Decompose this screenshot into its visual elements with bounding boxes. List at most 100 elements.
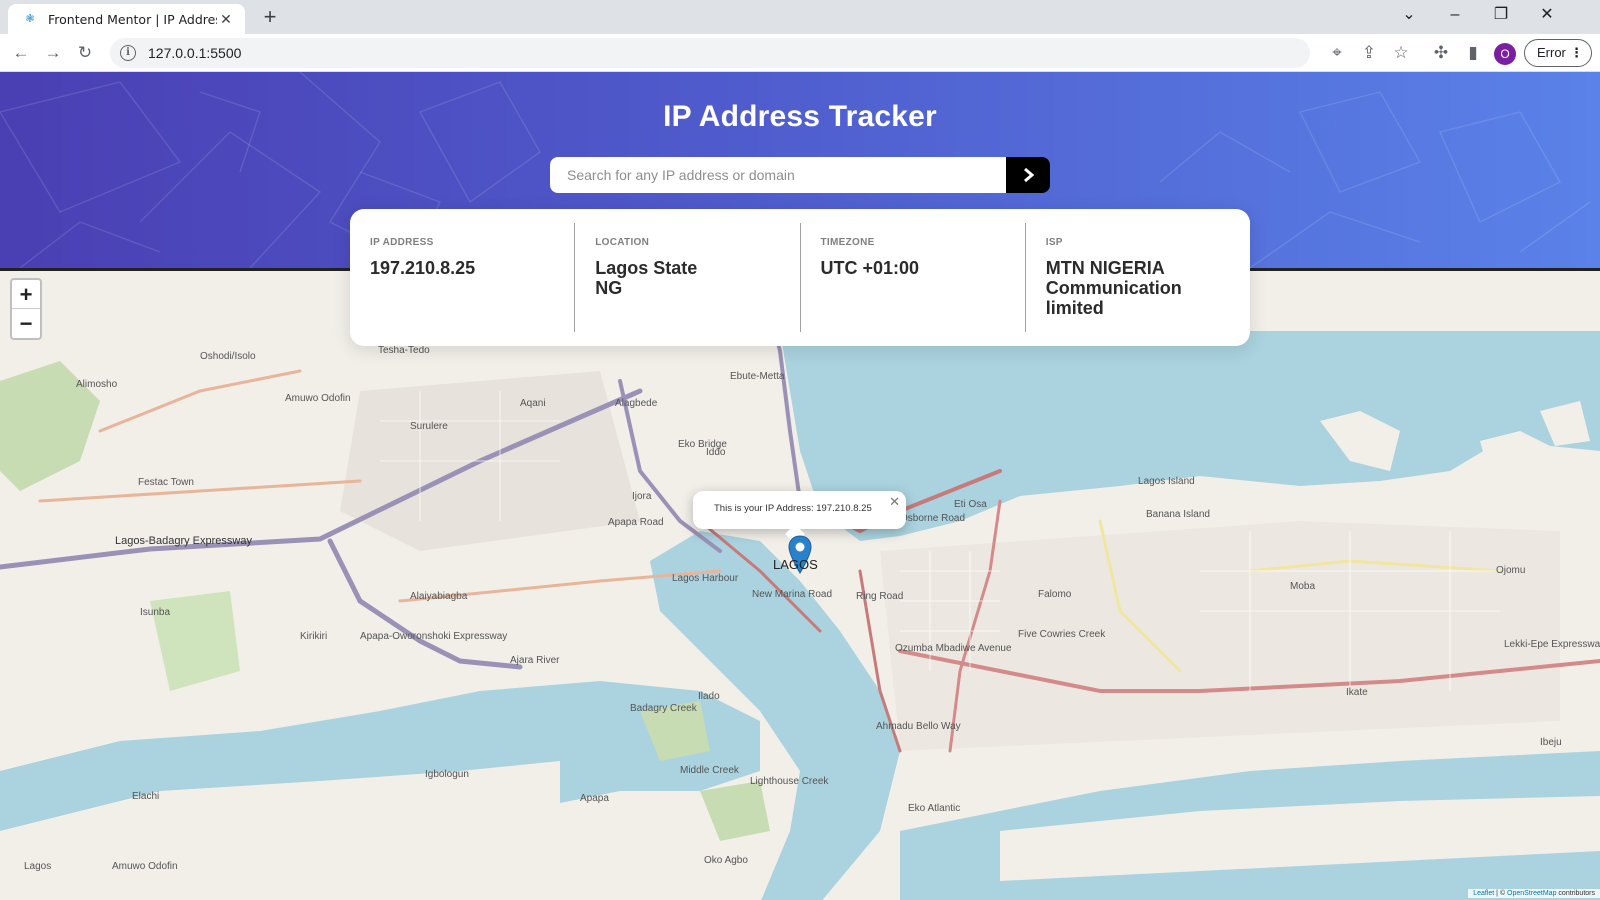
info-isp: ISP MTN NIGERIA Communication limited xyxy=(1024,223,1250,332)
map-attribution: Leaflet | © OpenStreetMap contributors xyxy=(1468,889,1600,898)
map-label: Eko Atlantic xyxy=(908,803,961,814)
window-close-button[interactable]: ✕ xyxy=(1524,0,1570,34)
chevron-right-icon xyxy=(1024,168,1034,182)
location-pin-icon[interactable]: ⌖ xyxy=(1324,40,1350,66)
minimize-button[interactable]: – xyxy=(1432,0,1478,34)
info-value: UTC +01:00 xyxy=(820,258,920,278)
map-label: Moba xyxy=(1290,581,1316,592)
map-label: Alagbede xyxy=(615,398,658,409)
map-label: Ikate xyxy=(1346,687,1368,698)
error-chip-button[interactable]: Error ⋮ xyxy=(1524,39,1592,67)
forward-arrow-icon[interactable]: → xyxy=(40,40,66,66)
map-label: Five Cowries Creek xyxy=(1018,629,1106,640)
share-icon[interactable]: ⇪ xyxy=(1356,40,1382,66)
map-label: Ebute-Metta xyxy=(730,371,785,382)
info-value: Lagos State NG xyxy=(595,258,698,298)
info-label: TIMEZONE xyxy=(820,237,875,248)
map-label: Kirikiri xyxy=(300,631,328,642)
map-label: Ibeju xyxy=(1540,737,1562,748)
zoom-out-button[interactable]: − xyxy=(12,309,40,338)
map-label: Apapa-Oworonshoki Expressway xyxy=(360,631,508,642)
browser-titlebar: ❃ Frontend Mentor | IP Address Tracker ✕… xyxy=(0,0,1600,34)
map-label: Middle Creek xyxy=(680,765,739,776)
favicon-icon: ❃ xyxy=(25,13,35,25)
map-label: Aqani xyxy=(520,398,546,409)
search-bar xyxy=(550,157,1050,193)
map-label: Ojomu xyxy=(1496,565,1526,576)
search-submit-button[interactable] xyxy=(1006,157,1050,193)
leaflet-link[interactable]: Leaflet xyxy=(1473,890,1494,897)
map-tiles xyxy=(0,271,1600,900)
map-label: Ilado xyxy=(698,691,720,702)
menu-dots-icon[interactable]: ⋮ xyxy=(1570,40,1583,66)
url-text: 127.0.0.1:5500 xyxy=(148,45,242,61)
map-label: Lagos-Badagry Expressway xyxy=(115,535,252,547)
map-label: Isunba xyxy=(140,607,171,618)
map-label: Apapa xyxy=(580,793,609,804)
map-label: New Marina Road xyxy=(752,589,833,600)
map-label: Banana Island xyxy=(1146,509,1210,520)
map-label: Apapa Road xyxy=(608,517,664,528)
ip-search-input[interactable] xyxy=(550,157,1006,193)
map-label: Lighthouse Creek xyxy=(750,776,829,787)
info-label: IP ADDRESS xyxy=(370,237,434,248)
map-view[interactable]: Lagos-Badagry Expressway Apapa-Oworonsho… xyxy=(0,268,1600,900)
map-label: Tesha-Tedo xyxy=(378,345,430,356)
osm-link[interactable]: OpenStreetMap xyxy=(1507,890,1556,897)
marker-popup: This is your IP Address: 197.210.8.25 ✕ xyxy=(693,491,906,544)
map-label: Festac Town xyxy=(138,477,194,488)
new-tab-button[interactable]: + xyxy=(258,6,282,30)
page-title: IP Address Tracker xyxy=(663,100,937,133)
map-label: Alaiyabiagba xyxy=(410,591,468,602)
attribution-tail: contributors xyxy=(1558,890,1595,897)
map-label: Ozumba Mbadiwe Avenue xyxy=(895,643,1012,654)
map-label: Eti Osa xyxy=(954,499,987,510)
site-info-icon[interactable]: i xyxy=(120,45,136,61)
map-label: Badagry Creek xyxy=(630,703,697,714)
ip-info-card: IP ADDRESS 197.210.8.25 LOCATION Lagos S… xyxy=(350,209,1250,346)
map-label: Oko Agbo xyxy=(704,855,748,866)
map-label: Oshodi/Isolo xyxy=(200,351,256,362)
popup-close-icon[interactable]: ✕ xyxy=(889,494,900,510)
map-label: Ahmadu Bello Way xyxy=(876,721,961,732)
marker-city-label: LAGOS xyxy=(773,557,818,572)
info-location: LOCATION Lagos State NG xyxy=(574,223,799,332)
restore-button[interactable]: ❐ xyxy=(1478,0,1524,34)
zoom-in-button[interactable]: + xyxy=(12,280,40,309)
reload-icon[interactable]: ↻ xyxy=(72,40,98,66)
map-label: Lekki-Epe Expressway xyxy=(1504,639,1600,650)
extensions-puzzle-icon[interactable]: ✣ xyxy=(1428,40,1454,66)
bookmark-star-icon[interactable]: ☆ xyxy=(1388,40,1414,66)
map-label: Igbologun xyxy=(425,769,469,780)
side-panel-icon[interactable]: ▮ xyxy=(1460,40,1486,66)
info-label: ISP xyxy=(1045,237,1063,248)
tab-title: Frontend Mentor | IP Address Tracker xyxy=(48,11,217,27)
info-ip-address: IP ADDRESS 197.210.8.25 xyxy=(350,223,574,332)
browser-toolbar: ← → ↻ i 127.0.0.1:5500 ⌖ ⇪ ☆ ✣ ▮ O Error… xyxy=(0,34,1600,72)
profile-avatar[interactable]: O xyxy=(1494,43,1516,65)
map-label: Surulere xyxy=(410,421,448,432)
page: IP Address Tracker Search for any IP add… xyxy=(0,72,1600,900)
browser-tab[interactable]: ❃ Frontend Mentor | IP Address Tracker ✕ xyxy=(8,4,245,34)
map-label: Falomo xyxy=(1038,589,1072,600)
info-label: LOCATION xyxy=(595,237,650,248)
back-arrow-icon[interactable]: ← xyxy=(8,40,34,66)
info-value: 197.210.8.25 xyxy=(370,258,476,278)
map-label: Ajara River xyxy=(510,655,560,666)
info-timezone: TIMEZONE UTC +01:00 xyxy=(799,223,1025,332)
map-label: Alimosho xyxy=(76,379,118,390)
map-label: Ijora xyxy=(632,491,652,502)
map-label: Ring Road xyxy=(856,591,904,602)
info-value: MTN NIGERIA Communication limited xyxy=(1045,258,1182,318)
address-bar[interactable]: i 127.0.0.1:5500 xyxy=(110,38,1310,68)
tab-search-chevron-icon[interactable]: ⌄ xyxy=(1386,0,1432,34)
zoom-control: + − xyxy=(10,278,42,340)
map-label: Lagos xyxy=(24,861,52,872)
close-tab-icon[interactable]: ✕ xyxy=(217,10,235,28)
map-label: Amuwo Odofin xyxy=(285,393,351,404)
map-label: Amuwo Odofin xyxy=(112,861,178,872)
map-label: Elachi xyxy=(132,791,160,802)
error-chip-label: Error xyxy=(1537,45,1566,60)
map-label: Lagos Island xyxy=(1138,476,1195,487)
map-label: Lagos Harbour xyxy=(672,573,739,584)
